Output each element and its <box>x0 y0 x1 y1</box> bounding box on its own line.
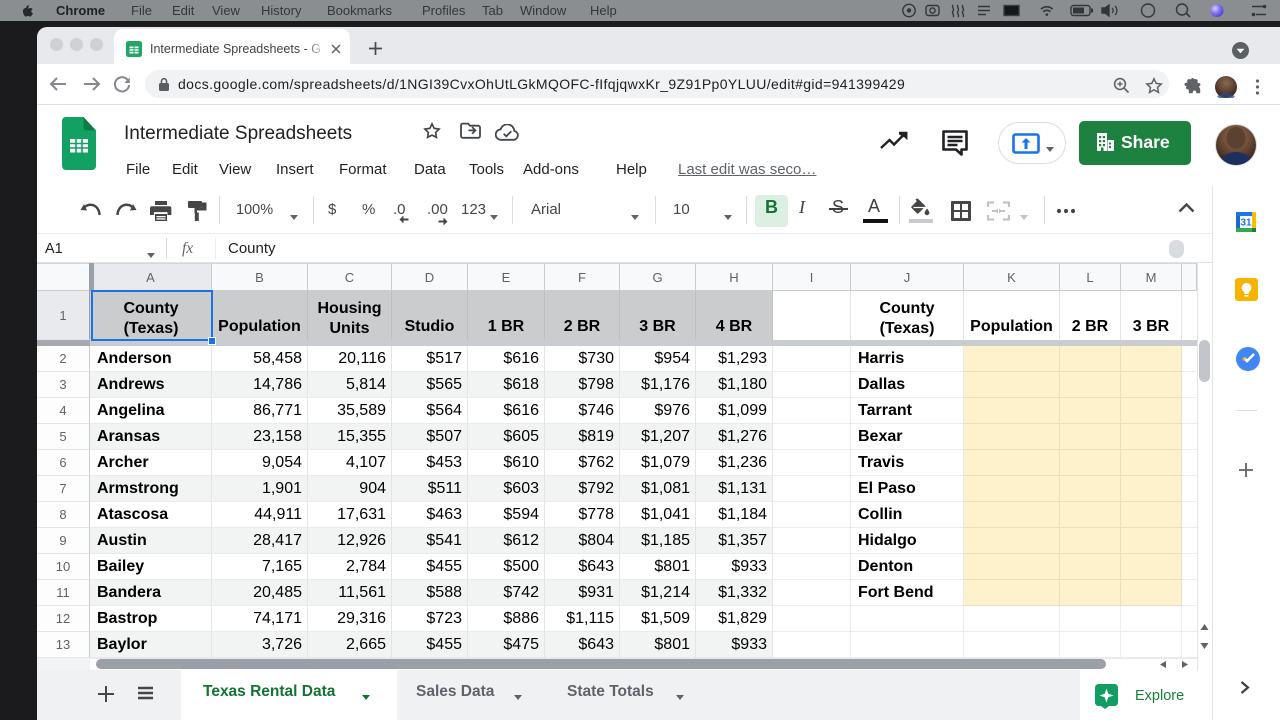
svg-text:31: 31 <box>1240 218 1252 229</box>
